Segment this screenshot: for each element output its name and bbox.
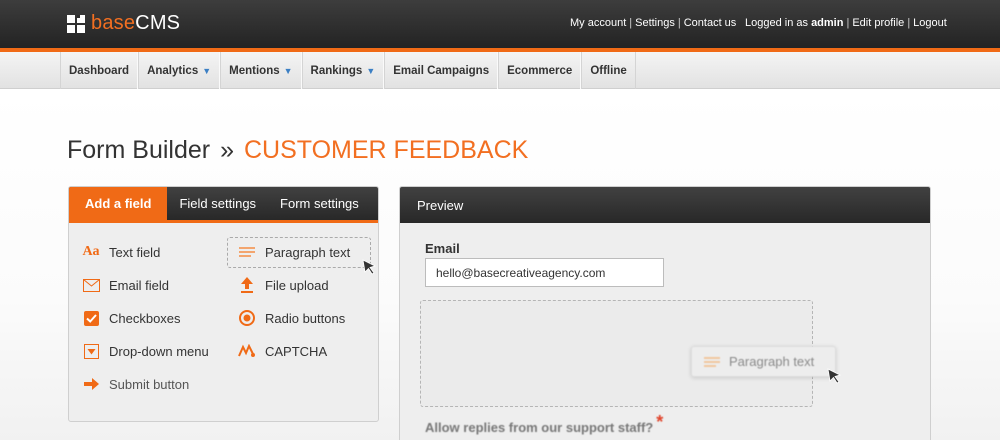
radio-icon: [238, 310, 256, 326]
field-paragraph[interactable]: Paragraph text: [238, 244, 350, 260]
field-text[interactable]: Aa Text field: [82, 244, 160, 260]
nav-email-campaigns[interactable]: Email Campaigns: [384, 52, 499, 89]
upload-arrow-icon: [238, 277, 256, 293]
user-links: Logged in as admin | Edit profile | Logout: [745, 17, 947, 29]
field-checkboxes[interactable]: Checkboxes: [82, 310, 181, 326]
field-radio[interactable]: Radio buttons: [238, 310, 345, 326]
nav-mentions[interactable]: Mentions ▼: [220, 52, 302, 89]
field-email[interactable]: Email field: [82, 277, 169, 293]
checkbox-icon: [82, 310, 100, 326]
logo-text: baseCMS: [91, 12, 181, 34]
preview-header: Preview: [400, 187, 930, 223]
paragraph-icon: [704, 356, 720, 368]
field-captcha[interactable]: CAPTCHA: [238, 343, 327, 359]
account-links: My account | Settings | Contact us: [570, 17, 737, 29]
field-palette-panel: Add a field Field settings Form settings…: [68, 186, 379, 422]
main-nav-bar: Dashboard Analytics ▼ Mentions ▼ Rankings ▼…: [0, 52, 1000, 89]
edit-profile-link[interactable]: Edit profile: [852, 17, 904, 29]
settings-link[interactable]: Settings: [635, 17, 675, 29]
arrow-right-icon: [82, 376, 100, 392]
logout-link[interactable]: Logout: [913, 17, 947, 29]
logged-in-label: Logged in as: [745, 17, 808, 29]
main-nav: Dashboard Analytics ▼ Mentions ▼ Rankings ▼…: [60, 52, 636, 89]
dropdown-icon: [82, 343, 100, 359]
username: admin: [811, 17, 844, 29]
nav-ecommerce[interactable]: Ecommerce: [498, 52, 582, 89]
breadcrumb-separator: »: [220, 136, 234, 164]
field-file-upload[interactable]: File upload: [238, 277, 329, 293]
support-replies-question: Allow replies from our support staff? *: [425, 412, 664, 435]
tab-form-settings[interactable]: Form settings: [268, 187, 371, 220]
email-label: Email: [425, 241, 460, 256]
mouse-cursor-icon: [827, 368, 842, 384]
nav-offline[interactable]: Offline: [581, 52, 636, 89]
mouse-cursor-icon: [362, 259, 377, 275]
dragged-paragraph-field[interactable]: Paragraph text: [691, 346, 836, 377]
field-dropdown[interactable]: Drop-down menu: [82, 343, 209, 359]
text-field-icon: Aa: [82, 244, 100, 259]
chevron-down-icon: ▼: [283, 65, 293, 76]
preview-panel: Preview Email hello@basecreativeagency.c…: [399, 186, 931, 440]
builder-tabs: Add a field Field settings Form settings: [69, 187, 378, 223]
required-marker: *: [656, 412, 664, 432]
form-name: CUSTOMER FEEDBACK: [244, 136, 529, 164]
chevron-down-icon: ▼: [202, 65, 212, 76]
tab-field-settings[interactable]: Field settings: [167, 187, 268, 220]
captcha-icon: [238, 343, 256, 359]
nav-dashboard[interactable]: Dashboard: [60, 52, 139, 89]
my-account-link[interactable]: My account: [570, 17, 626, 29]
nav-analytics[interactable]: Analytics ▼: [138, 52, 221, 89]
top-bar: baseCMS My account | Settings | Contact us L…: [0, 0, 1000, 48]
chevron-down-icon: ▼: [366, 65, 376, 76]
paragraph-icon: [238, 244, 256, 260]
contact-us-link[interactable]: Contact us: [684, 17, 737, 29]
page-title: Form Builder » CUSTOMER FEEDBACK: [67, 136, 528, 165]
nav-rankings[interactable]: Rankings ▼: [301, 52, 385, 89]
tab-add-field[interactable]: Add a field: [69, 187, 168, 220]
email-input[interactable]: hello@basecreativeagency.com: [425, 258, 664, 287]
envelope-icon: [82, 277, 100, 293]
logo-mark-icon: [67, 14, 85, 33]
breadcrumb-root[interactable]: Form Builder: [67, 136, 210, 164]
field-submit[interactable]: Submit button: [82, 376, 189, 392]
logo[interactable]: baseCMS: [67, 12, 180, 35]
